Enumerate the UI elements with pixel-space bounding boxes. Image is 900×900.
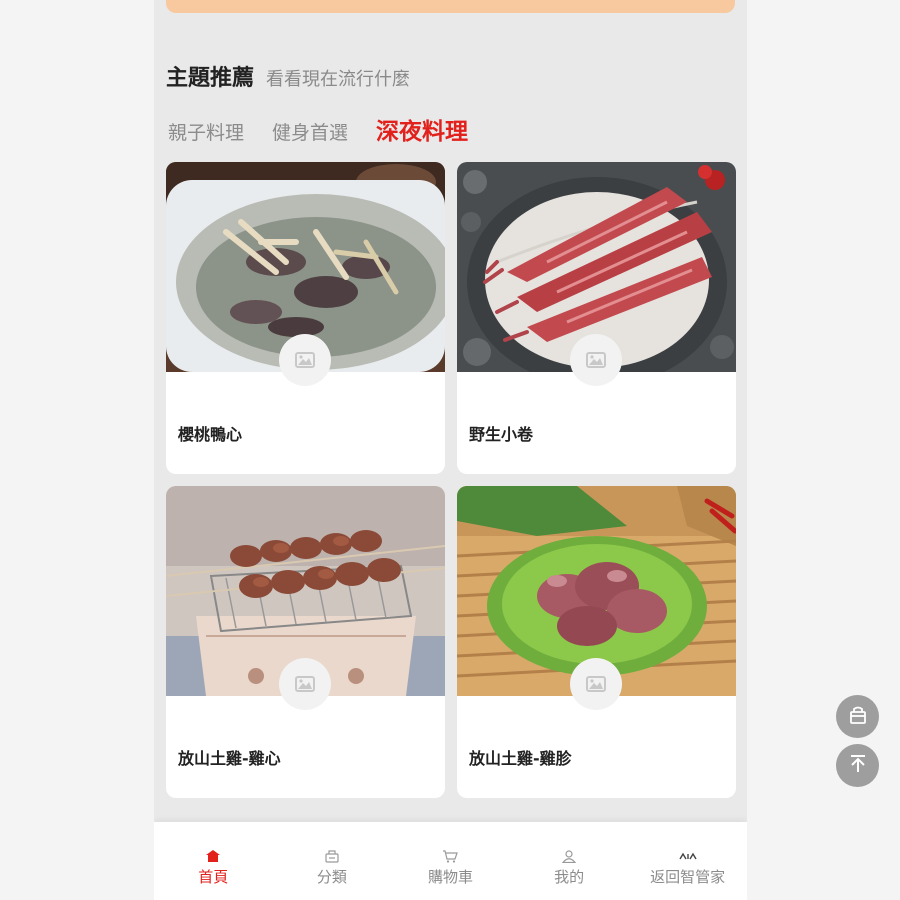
promo-banner[interactable] — [166, 0, 735, 13]
section-subtitle: 看看現在流行什麼 — [266, 69, 411, 90]
nav-cart[interactable]: 購物車 — [391, 822, 510, 900]
section-header: 主題推薦 看看現在流行什麼 — [166, 60, 410, 92]
tab-family-cooking[interactable]: 親子料理 — [168, 118, 244, 145]
nav-category-label: 分類 — [316, 868, 347, 886]
cart-icon — [442, 848, 459, 864]
category-icon — [325, 848, 339, 864]
product-card[interactable]: 野生小卷 — [457, 162, 736, 474]
tab-late-night-cooking[interactable]: 深夜料理 — [376, 112, 468, 146]
nav-home[interactable]: 首頁 — [154, 822, 273, 900]
shopping-bag-icon — [848, 705, 868, 729]
shopping-bag-button[interactable] — [836, 695, 879, 738]
product-card[interactable]: 放山土雞-雞胗 — [457, 486, 736, 798]
bottom-navigation: 首頁 分類 購物車 我的 返回智管家 — [154, 822, 747, 900]
theme-tabs: 親子料理 健身首選 深夜料理 — [168, 112, 468, 146]
home-icon — [206, 848, 221, 864]
product-card[interactable]: 櫻桃鴨心 — [166, 162, 445, 474]
image-placeholder-icon — [570, 334, 622, 386]
image-placeholder-icon — [279, 658, 331, 710]
back-to-top-icon — [848, 754, 868, 778]
nav-back-to-smart-butler[interactable]: 返回智管家 — [628, 822, 747, 900]
user-icon — [562, 848, 577, 864]
nav-home-label: 首頁 — [198, 868, 229, 886]
product-name: 放山土雞-雞胗 — [469, 749, 572, 768]
nav-profile-label: 我的 — [554, 868, 585, 886]
tab-fitness-picks[interactable]: 健身首選 — [272, 118, 348, 145]
nav-category[interactable]: 分類 — [273, 822, 392, 900]
product-name: 野生小卷 — [469, 425, 534, 444]
product-name: 放山土雞-雞心 — [178, 749, 281, 768]
brand-icon — [679, 848, 697, 864]
image-placeholder-icon — [570, 658, 622, 710]
section-title: 主題推薦 — [166, 66, 255, 91]
app-screen: 主題推薦 看看現在流行什麼 親子料理 健身首選 深夜料理 櫻桃鴨心 野生小卷 放… — [154, 0, 747, 900]
back-to-top-button[interactable] — [836, 744, 879, 787]
product-name: 櫻桃鴨心 — [178, 425, 243, 444]
product-card[interactable]: 放山土雞-雞心 — [166, 486, 445, 798]
nav-profile[interactable]: 我的 — [510, 822, 629, 900]
nav-cart-label: 購物車 — [427, 868, 473, 886]
image-placeholder-icon — [279, 334, 331, 386]
nav-back-label: 返回智管家 — [650, 868, 726, 886]
